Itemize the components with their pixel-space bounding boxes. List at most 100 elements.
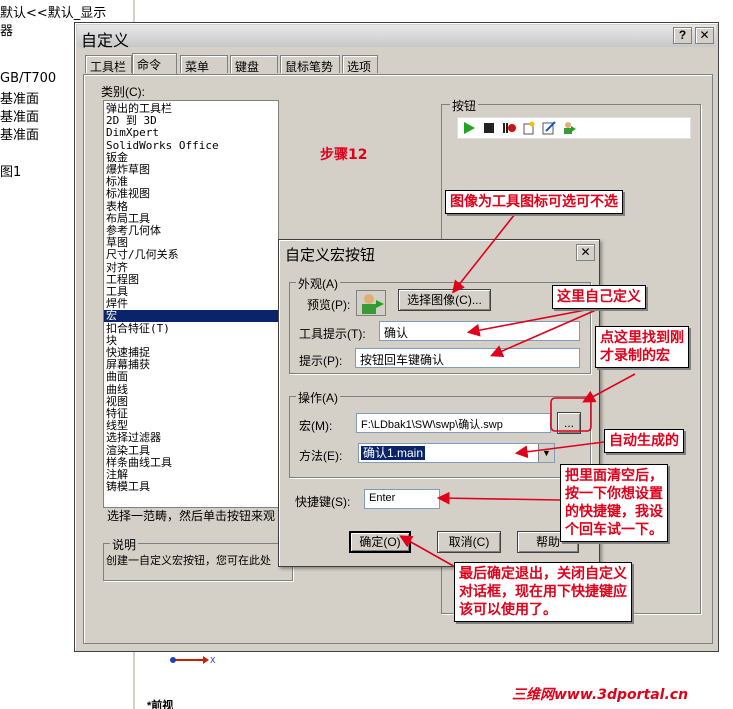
define-note: 这里自己定义 xyxy=(552,285,646,309)
appearance-label: 外观(A) xyxy=(296,275,340,292)
help-title-button[interactable]: ? xyxy=(673,27,692,44)
note-line: 该可以使用了。 xyxy=(459,602,557,618)
macro-dialog-title: 自定义宏按钮 xyxy=(285,246,376,264)
browse-macro-button[interactable]: ... xyxy=(557,412,581,434)
record-macro-icon[interactable] xyxy=(502,121,516,135)
note-line: 才录制的宏 xyxy=(600,348,670,364)
category-item[interactable]: 曲线 xyxy=(106,383,128,396)
svg-text:X: X xyxy=(210,656,216,665)
tree-line[interactable]: 基准面 xyxy=(0,124,39,143)
category-label: 类别(C): xyxy=(101,85,145,99)
category-item[interactable]: 视图 xyxy=(106,395,128,408)
shortcut-input[interactable]: Enter xyxy=(364,489,440,509)
category-item[interactable]: DimXpert xyxy=(106,127,159,139)
category-list[interactable]: 弹出的工具栏 2D 到 3D DimXpert SolidWorks Office 钣金… xyxy=(103,100,279,508)
step-label: 步骤12 xyxy=(320,147,368,163)
edit-macro-icon[interactable] xyxy=(542,121,556,135)
tree-line[interactable]: 默认<<默认_显示 xyxy=(0,2,106,21)
axis-triad-icon: X xyxy=(170,656,216,665)
tab-options[interactable]: 选项 xyxy=(342,55,378,74)
macro-label: 宏(M): xyxy=(299,419,333,433)
explanation-text: 创建一自定义宏按钮，您可在此处 xyxy=(106,555,271,567)
category-item[interactable]: 选择过滤器 xyxy=(106,432,161,444)
note-line: 点这里找到刚 xyxy=(600,330,684,346)
explanation-label: 说明 xyxy=(110,536,139,553)
select-hint: 选择一范畴，然后单击按钮来观 xyxy=(107,509,276,523)
tree-line[interactable]: 基准面 xyxy=(0,88,39,107)
category-item[interactable]: 屏幕捕获 xyxy=(106,359,150,371)
run-macro-icon[interactable] xyxy=(462,121,476,135)
method-value: 确认1.main xyxy=(361,446,426,460)
find-macro-note: 点这里找到刚 才录制的宏 xyxy=(595,326,689,368)
note-line: 的快捷键，我设 xyxy=(565,504,663,520)
macro-preview-icon xyxy=(362,294,384,314)
category-selection-highlight xyxy=(104,310,278,323)
site-watermark: 三维网www.3dportal.cn xyxy=(512,687,689,703)
category-item[interactable]: 弹出的工具栏 xyxy=(106,103,172,115)
cancel-button[interactable]: 取消(C) xyxy=(437,531,501,553)
tree-line[interactable]: 基准面 xyxy=(0,106,39,125)
auto-note: 自动生成的 xyxy=(604,429,684,453)
method-label: 方法(E): xyxy=(299,449,343,463)
method-select[interactable]: 确认1.main ▼ xyxy=(358,443,555,463)
buttons-label: 按钮 xyxy=(450,97,479,114)
customize-title: 自定义 xyxy=(81,31,130,50)
category-item[interactable]: 扣合特征(T) xyxy=(106,322,170,335)
category-item[interactable]: 标准视图 xyxy=(106,188,150,200)
category-item[interactable]: 对齐 xyxy=(106,261,128,274)
tooltip-input[interactable]: 确认 xyxy=(379,321,580,341)
category-item[interactable]: 尺寸/几何关系 xyxy=(106,249,179,261)
customize-titlebar[interactable]: 自定义 ? ✕ xyxy=(77,25,716,50)
tab-commands[interactable]: 命令 xyxy=(132,53,177,74)
tab-toolbars[interactable]: 工具栏 xyxy=(85,55,132,74)
close-title-button[interactable]: ✕ xyxy=(695,27,714,44)
image-note: 图像为工具图标可选可不选 xyxy=(445,190,623,214)
category-item[interactable]: 表格 xyxy=(106,200,128,213)
note-line: 把里面清空后， xyxy=(565,468,663,484)
category-item[interactable]: 2D 到 3D xyxy=(106,115,157,127)
tab-mouse-gestures[interactable]: 鼠标笔势 xyxy=(280,55,340,74)
note-line: 对话框，现在用下快捷键应 xyxy=(459,584,627,600)
tab-menus[interactable]: 菜单 xyxy=(180,55,228,74)
ok-button[interactable]: 确定(O) xyxy=(349,531,411,553)
macro-path-input[interactable]: F:\LDbak1\SW\swp\确认.swp xyxy=(356,413,551,433)
chevron-down-icon[interactable]: ▼ xyxy=(538,444,554,462)
category-item[interactable]: 曲面 xyxy=(106,371,128,383)
preview-box xyxy=(356,290,386,316)
shortcut-note: 把里面清空后， 按一下你想设置 的快捷键，我设 个回车试一下。 xyxy=(560,464,668,542)
front-plane-label: *前视 xyxy=(147,700,174,709)
category-item[interactable]: 渲染工具 xyxy=(106,444,150,457)
note-line: 个回车试一下。 xyxy=(565,522,663,538)
prompt-label: 提示(P): xyxy=(299,354,343,368)
category-item[interactable]: 工程图 xyxy=(106,273,139,286)
tree-line[interactable]: 器 xyxy=(0,20,13,39)
final-note: 最后确定退出，关闭自定义 对话框，现在用下快捷键应 该可以使用了。 xyxy=(454,562,632,622)
category-item[interactable]: 宏 xyxy=(106,310,117,322)
category-item[interactable]: 块 xyxy=(106,334,117,347)
custom-macro-icon[interactable] xyxy=(562,121,576,135)
note-line: 最后确定退出，关闭自定义 xyxy=(459,566,627,582)
tab-keyboard[interactable]: 键盘 xyxy=(230,55,278,74)
select-image-button[interactable]: 选择图像(C)... xyxy=(398,289,491,311)
macro-toolbar-buttons xyxy=(457,117,691,139)
shortcut-label: 快捷键(S): xyxy=(295,495,351,509)
note-line: 按一下你想设置 xyxy=(565,486,663,502)
macro-dialog-titlebar[interactable]: 自定义宏按钮 ✕ xyxy=(281,242,597,264)
tooltip-label: 工具提示(T): xyxy=(299,327,366,341)
action-label: 操作(A) xyxy=(296,389,340,406)
category-item[interactable]: 钣金 xyxy=(106,151,128,164)
category-item[interactable]: 参考几何体 xyxy=(106,225,161,237)
category-item[interactable]: 铸模工具 xyxy=(106,481,150,493)
category-item[interactable]: SolidWorks Office xyxy=(106,139,219,152)
new-macro-icon[interactable] xyxy=(522,121,536,135)
close-macro-dialog-button[interactable]: ✕ xyxy=(576,244,595,261)
prompt-input[interactable]: 按钮回车键确认 xyxy=(355,348,580,368)
preview-label: 预览(P): xyxy=(307,298,351,312)
category-item[interactable]: 布局工具 xyxy=(106,212,150,225)
explanation-group: 说明 创建一自定义宏按钮，您可在此处 xyxy=(103,536,293,581)
action-group: 操作(A) xyxy=(289,389,591,478)
stop-macro-icon[interactable] xyxy=(482,121,496,135)
tree-line[interactable]: 图1 xyxy=(0,161,21,180)
category-item[interactable]: 样条曲线工具 xyxy=(106,456,172,469)
tree-line[interactable]: GB/T700 xyxy=(0,71,56,86)
